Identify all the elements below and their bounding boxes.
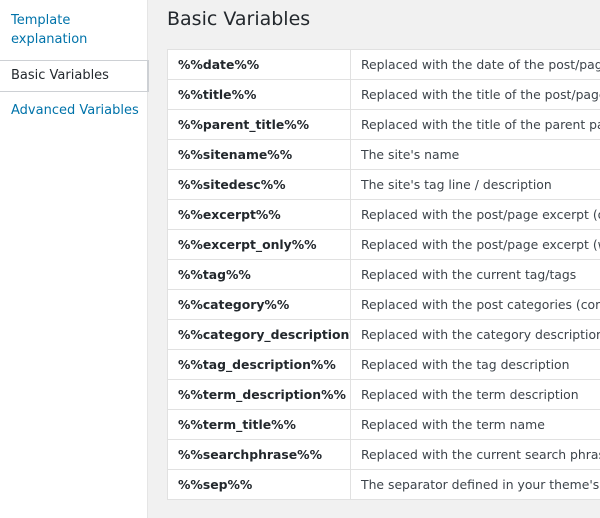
sidebar-item-basic-variables[interactable]: Basic Variables bbox=[0, 60, 149, 92]
variable-description: Replaced with the current search phrase bbox=[350, 439, 600, 470]
variable-description-text: Replaced with the tag description bbox=[361, 357, 570, 372]
variable-name: %%sep%% bbox=[167, 469, 351, 500]
variable-name: %%sitename%% bbox=[167, 139, 351, 170]
variable-description: Replaced with the current tag/tags bbox=[350, 259, 600, 290]
variable-description-text: The site's name bbox=[361, 147, 460, 162]
variable-description: The site's name bbox=[350, 139, 600, 170]
variable-description: Replaced with the category description bbox=[350, 319, 600, 350]
variable-description-text: Replaced with the title of the parent pa… bbox=[361, 117, 600, 132]
variable-name: %%tag_description%% bbox=[167, 349, 351, 380]
variable-description-text: The separator defined in your theme's bbox=[361, 477, 600, 492]
variable-description-text: Replaced with the term name bbox=[361, 417, 545, 432]
table-row: %%title%% Replaced with the title of the … bbox=[167, 79, 600, 110]
variables-table: %%date%% Replaced with the date of the po… bbox=[167, 49, 600, 500]
variable-description: Replaced with the post/page excerpt (or … bbox=[350, 199, 600, 230]
variable-name: %%sitedesc%% bbox=[167, 169, 351, 200]
variable-description: Replaced with the date of the post/page bbox=[350, 49, 600, 80]
sidebar-nav: Template explanation Basic Variables Adv… bbox=[0, 0, 149, 518]
table-row: %%tag_description%% Replaced with the tag… bbox=[167, 349, 600, 380]
variable-description-text: Replaced with the post/page excerpt (or … bbox=[361, 207, 600, 222]
variable-name: %%term_title%% bbox=[167, 409, 351, 440]
variable-name: %%term_description%% bbox=[167, 379, 351, 410]
page-title: Basic Variables bbox=[167, 8, 311, 30]
variable-description: Replaced with the post categories (comma bbox=[350, 289, 600, 320]
variable-name: %%excerpt%% bbox=[167, 199, 351, 230]
sidebar-item-template-explanation[interactable]: Template explanation bbox=[0, 0, 147, 54]
table-row: %%sitedesc%% The site's tag line / descri… bbox=[167, 169, 600, 200]
variable-description-text: Replaced with the post/page excerpt (wit… bbox=[361, 237, 600, 252]
variable-name: %%title%% bbox=[167, 79, 351, 110]
variable-description-text: Replaced with the category description bbox=[361, 327, 600, 342]
variable-name: %%category%% bbox=[167, 289, 351, 320]
variable-description: Replaced with the post/page excerpt (wit… bbox=[350, 229, 600, 260]
variable-description: The site's tag line / description bbox=[350, 169, 600, 200]
sidebar-item-advanced-variables[interactable]: Advanced Variables bbox=[0, 92, 147, 125]
variable-name: %%searchphrase%% bbox=[167, 439, 351, 470]
variable-description-text: Replaced with the current tag/tags bbox=[361, 267, 577, 282]
table-row: %%tag%% Replaced with the current tag/tag… bbox=[167, 259, 600, 290]
variable-description: Replaced with the title of the post/page bbox=[350, 79, 600, 110]
variable-description-text: Replaced with the term description bbox=[361, 387, 579, 402]
variable-name: %%excerpt_only%% bbox=[167, 229, 351, 260]
table-row: %%sep%% The separator defined in your the… bbox=[167, 469, 600, 500]
variable-description: Replaced with the term name bbox=[350, 409, 600, 440]
table-row: %%term_title%% Replaced with the term nam… bbox=[167, 409, 600, 440]
variable-description-text: The site's tag line / description bbox=[361, 177, 552, 192]
variable-description: Replaced with the title of the parent pa… bbox=[350, 109, 600, 140]
variable-description-text: Replaced with the post categories (comma bbox=[361, 297, 600, 312]
table-row: %%excerpt%% Replaced with the post/page e… bbox=[167, 199, 600, 230]
table-row: %%sitename%% The site's name bbox=[167, 139, 600, 170]
variable-description-text: Replaced with the date of the post/page bbox=[361, 57, 600, 72]
table-row: %%searchphrase%% Replaced with the curren… bbox=[167, 439, 600, 470]
variable-name: %%category_description%% bbox=[167, 319, 351, 350]
variable-description-text: Replaced with the title of the post/page bbox=[361, 87, 600, 102]
table-row: %%date%% Replaced with the date of the po… bbox=[167, 49, 600, 80]
table-row: %%term_description%% Replaced with the te… bbox=[167, 379, 600, 410]
main-content: Basic Variables %%date%% Replaced with th… bbox=[148, 0, 600, 518]
variable-description: The separator defined in your theme's wp bbox=[350, 469, 600, 500]
table-row: %%category_description%% Replaced with th… bbox=[167, 319, 600, 350]
variable-name: %%date%% bbox=[167, 49, 351, 80]
variable-description-text: Replaced with the current search phrase bbox=[361, 447, 600, 462]
table-row: %%excerpt_only%% Replaced with the post/p… bbox=[167, 229, 600, 260]
table-row: %%category%% Replaced with the post categ… bbox=[167, 289, 600, 320]
variable-name: %%parent_title%% bbox=[167, 109, 351, 140]
variable-description: Replaced with the term description bbox=[350, 379, 600, 410]
table-row: %%parent_title%% Replaced with the title … bbox=[167, 109, 600, 140]
variable-name: %%tag%% bbox=[167, 259, 351, 290]
variable-description: Replaced with the tag description bbox=[350, 349, 600, 380]
